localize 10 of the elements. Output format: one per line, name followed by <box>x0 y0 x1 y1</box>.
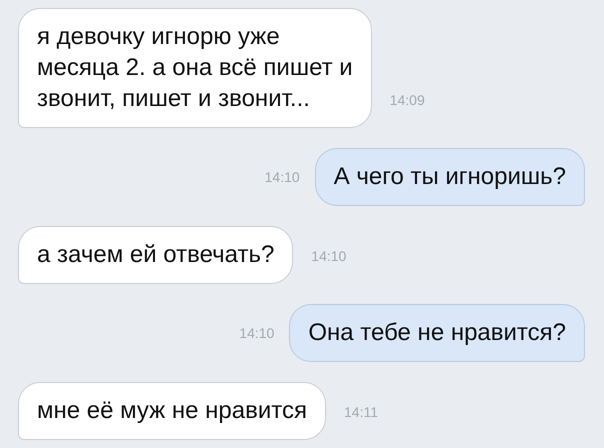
outgoing-message-bubble: А чего ты игноришь? <box>314 148 585 206</box>
message-time: 14:10 <box>264 169 300 185</box>
incoming-message-bubble: а зачем ей отвечать? <box>18 226 294 284</box>
outgoing-message-bubble: Она тебе не нравится? <box>289 304 585 362</box>
message-time: 14:11 <box>344 404 378 420</box>
incoming-message-bubble: мне её муж не нравится <box>18 382 326 440</box>
incoming-message-bubble: я девочку игнорю уже месяца 2. а она всё пишет и звонит, пишет и звонит... <box>18 8 372 128</box>
message-time: 14:09 <box>390 92 425 108</box>
message-time: 14:10 <box>239 325 274 341</box>
message-time: 14:10 <box>311 248 346 264</box>
